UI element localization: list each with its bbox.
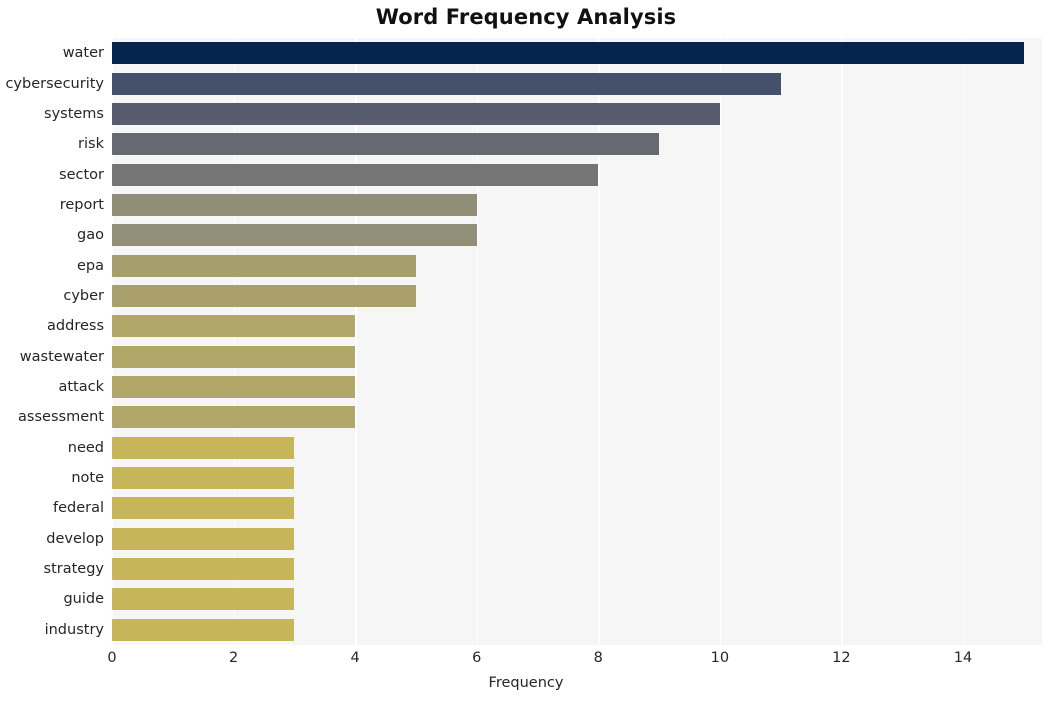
- y-axis-tick-label: guide: [63, 591, 104, 608]
- y-axis-tick-labels: water cybersecurity systems risk sector repor…: [0, 38, 104, 645]
- bar: [112, 163, 599, 186]
- x-axis-tick-label: 14: [953, 650, 973, 666]
- bar: [112, 527, 295, 550]
- y-axis-tick-label: industry: [44, 621, 104, 638]
- bar: [112, 224, 477, 247]
- y-axis-tick-label: federal: [52, 500, 104, 517]
- bar: [112, 102, 720, 125]
- y-axis-tick-label: wastewater: [19, 348, 104, 365]
- y-axis-tick-label: note: [71, 470, 104, 487]
- y-axis-tick-label: need: [67, 439, 104, 456]
- x-axis-tick-label: 2: [228, 650, 239, 666]
- y-axis-tick-label: gao: [77, 227, 104, 244]
- bar: [112, 588, 295, 611]
- x-axis-tick-label: 4: [350, 650, 360, 666]
- y-axis-tick-label: assessment: [18, 409, 104, 426]
- bar: [112, 618, 295, 641]
- bar: [112, 315, 356, 338]
- y-axis-tick-label: cybersecurity: [5, 75, 104, 92]
- bar: [112, 284, 416, 307]
- bar: [112, 467, 295, 490]
- bar: [112, 193, 477, 216]
- bar: [112, 436, 295, 459]
- plot-area: [112, 38, 1042, 645]
- bar: [112, 558, 295, 581]
- x-axis-tick-label: 0: [107, 650, 117, 666]
- x-axis-tick-label: 8: [593, 650, 603, 666]
- x-axis-title: Frequency: [488, 675, 564, 691]
- bar: [112, 133, 660, 156]
- x-axis-tick-label: 12: [832, 650, 851, 666]
- x-axis-tick-labels: 0 2 4 6 8 10 12 14: [0, 650, 1052, 672]
- bars-layer: [112, 38, 1042, 645]
- y-axis-tick-label: attack: [58, 379, 104, 396]
- x-axis-tick-label: 6: [472, 650, 482, 666]
- bar: [112, 376, 356, 399]
- bar: [112, 406, 356, 429]
- y-axis-tick-label: report: [59, 196, 104, 213]
- y-axis-tick-label: strategy: [43, 561, 104, 578]
- word-frequency-chart: Word Frequency Analysis water cybersecuri…: [0, 0, 1052, 701]
- y-axis-tick-label: address: [47, 318, 104, 335]
- x-axis-tick-label: 10: [710, 650, 730, 666]
- chart-title: Word Frequency Analysis: [375, 5, 677, 29]
- bar: [112, 72, 781, 95]
- bar: [112, 42, 1024, 65]
- bar: [112, 254, 416, 277]
- y-axis-tick-label: cyber: [63, 287, 104, 304]
- y-axis-tick-label: water: [62, 45, 104, 62]
- bar: [112, 497, 295, 520]
- bar: [112, 345, 356, 368]
- y-axis-tick-label: sector: [59, 166, 104, 183]
- y-axis-tick-label: develop: [46, 530, 104, 547]
- y-axis-tick-label: epa: [76, 257, 104, 274]
- y-axis-tick-label: systems: [44, 105, 104, 122]
- y-axis-tick-label: risk: [78, 136, 104, 153]
